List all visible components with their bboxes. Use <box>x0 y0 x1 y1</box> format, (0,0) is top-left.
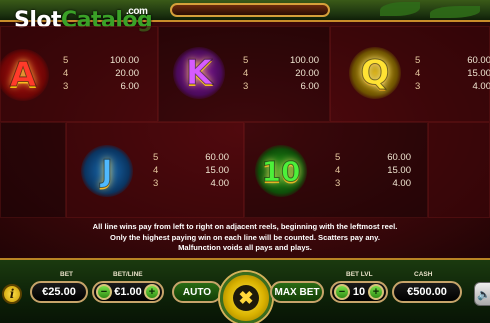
paytable-screen: SlotCatalog .com A 5 100.00 4 20.00 3 6.00 … <box>0 0 490 258</box>
info-button[interactable]: i <box>2 284 22 304</box>
betline-value: €1.00 <box>114 286 142 298</box>
payout-list: 5 100.00 4 20.00 3 6.00 <box>63 55 139 92</box>
paytable-cell-empty <box>0 122 66 218</box>
spin-icon: ✖ <box>233 285 259 311</box>
bet-caption: BET <box>60 271 73 278</box>
betlvl-caption: BET LVL <box>346 271 373 278</box>
payout-list: 5 60.00 4 15.00 3 4.00 <box>335 152 411 189</box>
sound-button[interactable]: 🔈 <box>474 282 490 306</box>
auto-button[interactable]: AUTO <box>172 281 222 303</box>
paytable-cell-j: J 5 60.00 4 15.00 3 4.00 <box>66 122 244 218</box>
top-ornament <box>170 3 330 17</box>
paytable-cell-10: 10 5 60.00 4 15.00 3 4.00 <box>244 122 428 218</box>
betlvl-plus-button[interactable]: + <box>368 284 384 300</box>
bet-display: €25.00 <box>30 281 88 303</box>
betline-caption: BET/LINE <box>113 271 143 278</box>
spin-button[interactable]: ✖ <box>220 272 272 323</box>
cash-display: €500.00 <box>392 281 462 303</box>
betlvl-value: 10 <box>352 286 366 298</box>
betline-minus-button[interactable]: − <box>96 284 112 300</box>
paytable-cell-k: K 5 100.00 4 20.00 3 6.00 <box>158 26 330 122</box>
paytable-cell-a: A 5 100.00 4 20.00 3 6.00 <box>0 26 158 122</box>
symbol-q-icon: Q <box>349 47 401 99</box>
payout-list: 5 100.00 4 20.00 3 6.00 <box>243 55 319 92</box>
betline-selector: − €1.00 + <box>92 281 164 303</box>
paytable-cell-q: Q 5 60.00 4 15.00 3 4.00 <box>330 26 490 122</box>
symbol-10-icon: 10 <box>255 145 307 197</box>
betlvl-minus-button[interactable]: − <box>334 284 350 300</box>
payout-list: 5 60.00 4 15.00 3 4.00 <box>415 55 490 92</box>
symbol-a-icon: A <box>0 49 49 101</box>
rules-text: All line wins pay from left to right on … <box>92 222 398 252</box>
max-bet-button[interactable]: MAX BET <box>270 281 324 303</box>
symbol-j-icon: J <box>81 145 133 197</box>
betline-plus-button[interactable]: + <box>144 284 160 300</box>
paytable-cell-empty <box>428 122 490 218</box>
payout-list: 5 60.00 4 15.00 3 4.00 <box>153 152 229 189</box>
symbol-k-icon: K <box>173 47 225 99</box>
betlvl-selector: − 10 + <box>330 281 388 303</box>
cash-caption: CASH <box>414 271 433 278</box>
speaker-icon: 🔈 <box>477 288 490 301</box>
